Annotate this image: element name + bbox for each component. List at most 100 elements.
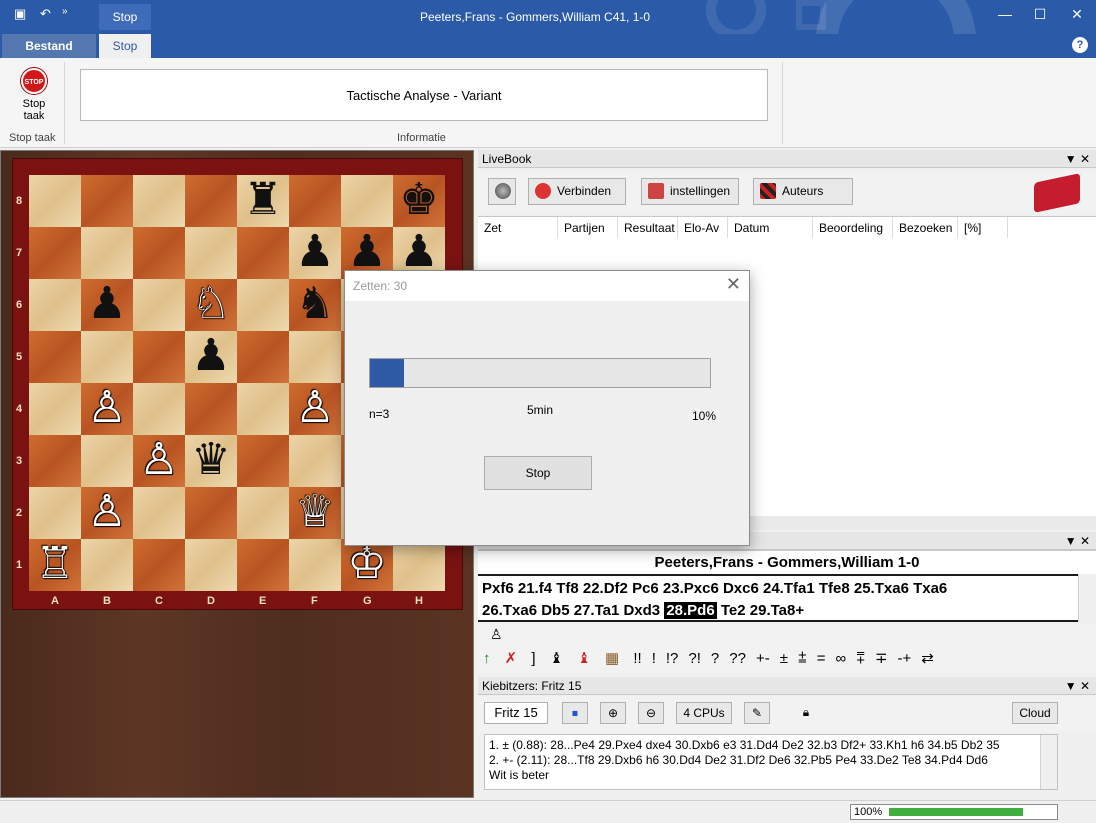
piece-f7[interactable]: ♟ bbox=[289, 227, 341, 279]
dialog-close-icon[interactable]: ✕ bbox=[726, 274, 741, 295]
square-a8[interactable] bbox=[29, 175, 81, 227]
customize-toolbar-icon[interactable]: » bbox=[62, 6, 68, 17]
connect-button[interactable]: Verbinden bbox=[528, 178, 626, 205]
piece-f2[interactable]: ♕ bbox=[289, 487, 341, 539]
square-d8[interactable] bbox=[185, 175, 237, 227]
annotation-symbol[interactable]: +- bbox=[751, 646, 775, 672]
square-c8[interactable] bbox=[133, 175, 185, 227]
column-header[interactable]: Bezoeken bbox=[893, 217, 958, 239]
square-g8[interactable] bbox=[341, 175, 393, 227]
tab-file[interactable]: Bestand bbox=[2, 34, 96, 58]
undo-icon[interactable]: ↶ bbox=[40, 6, 51, 22]
square-c2[interactable] bbox=[133, 487, 185, 539]
tab-stop[interactable]: Stop bbox=[99, 34, 151, 58]
square-c6[interactable] bbox=[133, 279, 185, 331]
square-h1[interactable] bbox=[393, 539, 445, 591]
piece-g1[interactable]: ♔ bbox=[341, 539, 393, 591]
annotation-symbol[interactable]: !? bbox=[661, 646, 684, 672]
piece-black-icon[interactable]: ♝ bbox=[545, 646, 568, 672]
maximize-button[interactable]: ☐ bbox=[1025, 6, 1055, 23]
annotation-symbol[interactable]: ∓ bbox=[870, 646, 893, 672]
square-e1[interactable] bbox=[237, 539, 289, 591]
piece-f6[interactable]: ♞ bbox=[289, 279, 341, 331]
authors-button[interactable]: Auteurs bbox=[753, 178, 853, 205]
livebook-status-button[interactable] bbox=[488, 178, 516, 205]
notation-scrollbar[interactable] bbox=[1078, 574, 1095, 622]
square-f1[interactable] bbox=[289, 539, 341, 591]
annotation-symbol[interactable]: = bbox=[812, 646, 831, 672]
column-header[interactable]: Resultaat bbox=[618, 217, 678, 239]
current-move[interactable]: 28.Pd6 bbox=[664, 602, 717, 619]
square-e2[interactable] bbox=[237, 487, 289, 539]
square-a7[interactable] bbox=[29, 227, 81, 279]
cloud-button[interactable]: Cloud bbox=[1012, 702, 1058, 724]
board-image-icon[interactable]: ▦ bbox=[600, 646, 624, 672]
bracket-icon[interactable]: ] bbox=[526, 646, 540, 672]
square-b7[interactable] bbox=[81, 227, 133, 279]
cpus-button[interactable]: 4 CPUs bbox=[676, 702, 732, 724]
piece-f4[interactable]: ♙ bbox=[289, 383, 341, 435]
square-c4[interactable] bbox=[133, 383, 185, 435]
piece-b2[interactable]: ♙ bbox=[81, 487, 133, 539]
annotation-symbol[interactable]: ! bbox=[647, 646, 661, 672]
square-f3[interactable] bbox=[289, 435, 341, 487]
piece-b6[interactable]: ♟ bbox=[81, 279, 133, 331]
piece-d5[interactable]: ♟ bbox=[185, 331, 237, 383]
column-header[interactable]: Elo-Av bbox=[678, 217, 728, 239]
square-e5[interactable] bbox=[237, 331, 289, 383]
square-f5[interactable] bbox=[289, 331, 341, 383]
column-header[interactable]: Partijen bbox=[558, 217, 618, 239]
square-e6[interactable] bbox=[237, 279, 289, 331]
panel-controls[interactable]: ▼ ✕ bbox=[1065, 532, 1090, 550]
piece-e8[interactable]: ♜ bbox=[237, 175, 289, 227]
arrow-up-icon[interactable]: ↑ bbox=[478, 646, 496, 672]
annotation-symbol[interactable]: ?! bbox=[683, 646, 706, 672]
piece-d6[interactable]: ♘ bbox=[185, 279, 237, 331]
piece-a1[interactable]: ♖ bbox=[29, 539, 81, 591]
close-button[interactable]: ✕ bbox=[1062, 6, 1092, 23]
column-header[interactable]: [%] bbox=[958, 217, 1008, 239]
annotation-symbol[interactable]: ? bbox=[706, 646, 724, 672]
square-e4[interactable] bbox=[237, 383, 289, 435]
square-c1[interactable] bbox=[133, 539, 185, 591]
square-d4[interactable] bbox=[185, 383, 237, 435]
delete-icon[interactable]: ✗ bbox=[500, 646, 523, 672]
square-e3[interactable] bbox=[237, 435, 289, 487]
annotation-symbol[interactable]: -+ bbox=[893, 646, 917, 672]
annotation-symbol[interactable]: ?? bbox=[724, 646, 751, 672]
zoom-in-icon[interactable]: ⊕ bbox=[600, 702, 626, 724]
annotation-symbol[interactable]: ± bbox=[775, 646, 793, 672]
zoom-out-icon[interactable]: ⊖ bbox=[638, 702, 664, 724]
annotation-symbol[interactable]: ⇄ bbox=[916, 646, 939, 672]
column-header[interactable]: Beoordeling bbox=[813, 217, 893, 239]
square-a5[interactable] bbox=[29, 331, 81, 383]
piece-red-icon[interactable]: ♝ bbox=[572, 646, 595, 672]
square-a4[interactable] bbox=[29, 383, 81, 435]
zoom-indicator[interactable]: 100% bbox=[850, 804, 1058, 820]
piece-c3[interactable]: ♙ bbox=[133, 435, 185, 487]
annotation-symbol[interactable]: !! bbox=[628, 646, 646, 672]
column-header[interactable]: Zet bbox=[478, 217, 558, 239]
piece-h8[interactable]: ♚ bbox=[393, 175, 445, 227]
save-icon[interactable]: ▣ bbox=[14, 6, 26, 22]
square-c5[interactable] bbox=[133, 331, 185, 383]
piece-b4[interactable]: ♙ bbox=[81, 383, 133, 435]
panel-controls[interactable]: ▼ ✕ bbox=[1065, 150, 1090, 168]
column-header[interactable]: Datum bbox=[728, 217, 813, 239]
stop-engine-icon[interactable]: ⏹ bbox=[562, 702, 588, 724]
minimize-button[interactable]: — bbox=[990, 6, 1020, 22]
square-b5[interactable] bbox=[81, 331, 133, 383]
stop-task-button[interactable]: STOP Stop taak bbox=[8, 66, 60, 122]
square-d7[interactable] bbox=[185, 227, 237, 279]
help-icon[interactable]: ? bbox=[1072, 37, 1088, 53]
pawn-icon[interactable]: ♙ bbox=[490, 626, 503, 643]
square-a2[interactable] bbox=[29, 487, 81, 539]
notation-moves[interactable]: Pxf6 21.f4 Tf8 22.Df2 Pc6 23.Pxc6 Dxc6 2… bbox=[478, 574, 1078, 622]
lock-icon[interactable]: 🔒︎ bbox=[796, 702, 816, 724]
square-a3[interactable] bbox=[29, 435, 81, 487]
piece-d3[interactable]: ♛ bbox=[185, 435, 237, 487]
engine-button[interactable]: Fritz 15 bbox=[484, 702, 548, 724]
square-f8[interactable] bbox=[289, 175, 341, 227]
annotation-symbol[interactable]: ⩲ bbox=[793, 646, 812, 672]
square-a6[interactable] bbox=[29, 279, 81, 331]
